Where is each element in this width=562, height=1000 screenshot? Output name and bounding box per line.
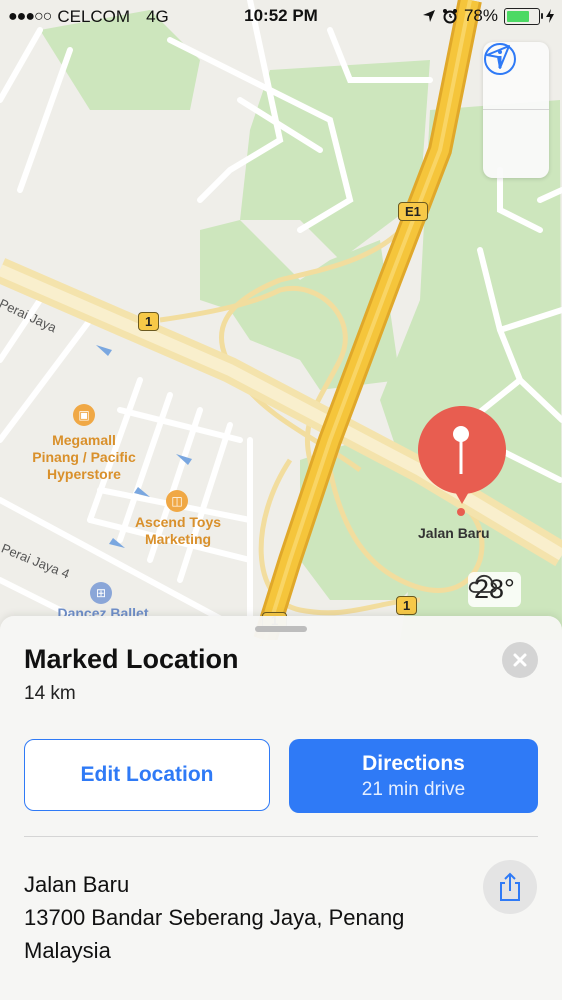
- share-button[interactable]: [483, 860, 537, 914]
- map-canvas: [0, 0, 562, 640]
- address: Jalan Baru 13700 Bandar Seberang Jaya, P…: [24, 868, 404, 967]
- location-card: Marked Location 14 km Edit Location Dire…: [0, 616, 562, 1000]
- route-shield-1: 1: [396, 596, 418, 615]
- battery-percentage: 78%: [463, 6, 498, 25]
- directions-eta: 21 min drive: [361, 778, 466, 800]
- edit-location-button[interactable]: Edit Location: [24, 739, 270, 811]
- location-services-icon: [422, 10, 435, 22]
- shopping-icon[interactable]: ▣: [73, 404, 95, 426]
- address-line: Jalan Baru: [24, 872, 130, 897]
- poi-ascend-toys[interactable]: Ascend Toys Marketing: [122, 514, 234, 548]
- map-controls: [483, 42, 549, 178]
- poi-megamall[interactable]: Megamall Pinang / Pacific Hyperstore: [22, 432, 146, 483]
- directions-label: Directions: [362, 751, 465, 775]
- cloud-icon: [468, 574, 498, 593]
- status-bar: ●●●○○ CELCOM 4G 10:52 PM 78%: [0, 0, 562, 32]
- address-line: 13700 Bandar Seberang Jaya, Penang: [24, 905, 405, 930]
- divider: [24, 836, 538, 837]
- building-icon[interactable]: ⊞: [90, 582, 112, 604]
- card-grabber[interactable]: [255, 626, 307, 632]
- alarm-icon: [442, 9, 457, 24]
- pin-label: Jalan Baru: [418, 525, 490, 541]
- close-button[interactable]: [502, 642, 538, 678]
- card-title: Marked Location: [24, 644, 239, 674]
- share-icon: [500, 872, 520, 901]
- route-shield-e1: E1: [398, 202, 428, 221]
- charging-icon: [546, 9, 554, 23]
- battery-icon: [504, 7, 543, 25]
- location-button[interactable]: [483, 45, 549, 177]
- card-distance: 14 km: [24, 683, 76, 704]
- weather-badge: 28°: [468, 572, 521, 607]
- close-icon: [513, 653, 527, 667]
- dropped-pin-icon[interactable]: [414, 404, 510, 516]
- route-shield-1: 1: [138, 312, 160, 331]
- directions-button[interactable]: Directions 21 min drive: [289, 739, 538, 813]
- location-arrow-icon: [486, 45, 510, 69]
- bag-icon[interactable]: ◫: [166, 490, 188, 512]
- address-line: Malaysia: [24, 938, 111, 963]
- map-view[interactable]: Perai Jaya Perai Jaya 4 E1 1 1 1 ▣ Megam…: [0, 0, 562, 640]
